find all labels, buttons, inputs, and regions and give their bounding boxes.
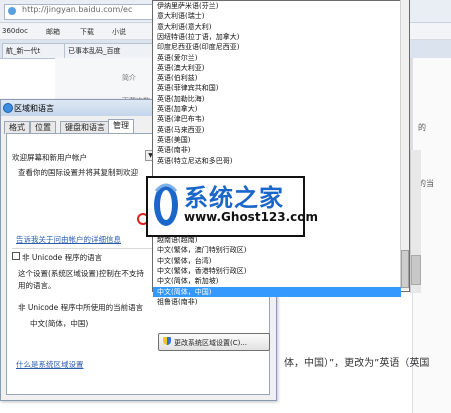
bookmark-novel[interactable]: 小说 — [112, 27, 126, 37]
welcome-description: 查看你的国际设置并将其复制到欢迎 — [18, 168, 138, 177]
dropdown-item[interactable]: 英语(加拿大) — [157, 104, 197, 114]
dropdown-item[interactable]: 祖鲁语(南非) — [157, 297, 197, 307]
watermark-title: 系统之家 — [184, 183, 284, 212]
dropdown-item[interactable]: 印度尼西亚语(印度尼西亚) — [157, 42, 239, 52]
browser-tab-notepad[interactable]: 已事本乱码_百度 — [64, 43, 154, 58]
globe-icon — [3, 103, 13, 113]
article-text: 体，中国）”，更改为”英语（英国 — [284, 358, 430, 369]
link-account-details[interactable]: 告诉我关于问由帐户的详细信息 — [16, 234, 121, 245]
dropdown-item[interactable]: 意大利语(瑞士) — [157, 11, 204, 21]
current-language-label: 非 Unicode 程序中所使用的当前语言 — [18, 303, 144, 312]
grid-cell: 简介 — [122, 74, 136, 82]
dropdown-scrollbar[interactable] — [400, 0, 409, 290]
dropdown-item[interactable]: 英语(马来西亚) — [157, 125, 204, 135]
dropdown-item[interactable]: 英语(伯利兹) — [157, 73, 197, 83]
dropdown-item[interactable]: 中文(繁体，澳门特别行政区) — [157, 245, 246, 255]
uac-shield-icon — [163, 337, 171, 345]
bookmark-mail[interactable]: 邮箱 — [46, 27, 60, 37]
page-text-fragment: 的 — [418, 123, 426, 132]
dialog-title: 区域和语言 — [14, 104, 54, 113]
unicode-description-2: 用的语言。 — [18, 281, 56, 290]
watermark-url: www.Ghost123.com — [184, 210, 319, 224]
dropdown-item[interactable]: 英语(津巴布韦) — [157, 114, 204, 124]
dropdown-item[interactable]: 英语(南非) — [157, 145, 190, 155]
current-language-value: 中文(简体，中国) — [30, 319, 89, 328]
dropdown-item[interactable]: 中文(简体，新加坡) — [157, 276, 218, 286]
watermark-emblem-icon — [154, 183, 178, 226]
dropdown-scrollbar-thumb[interactable] — [401, 250, 409, 288]
page-scrollbar-thumb[interactable] — [411, 255, 421, 285]
dropdown-item[interactable]: 英语(菲律宾共和国) — [157, 83, 218, 93]
dropdown-item[interactable]: 英语(澳大利亚) — [157, 63, 204, 73]
change-locale-label: 更改系统区域设置(C)... — [174, 339, 248, 347]
bookmark-360doc[interactable]: 360doc — [2, 27, 28, 35]
dropdown-item[interactable]: 因纽特语(拉丁语，加拿大) — [157, 32, 239, 42]
dropdown-item[interactable]: 英语(加勒比海) — [157, 94, 204, 104]
url-text: http://jingyan.baidu.com/ec — [22, 5, 133, 14]
link-what-is-locale[interactable]: 什么是系统区域设置 — [16, 359, 84, 370]
dropdown-item[interactable]: 英语(美国) — [157, 135, 190, 145]
dropdown-item[interactable]: 英语(特立尼达和多巴哥) — [157, 156, 232, 166]
page-divider — [410, 58, 412, 150]
section-marker-icon — [12, 252, 20, 260]
site-icon — [8, 7, 16, 15]
dropdown-item[interactable]: 英语(爱尔兰) — [157, 53, 197, 63]
unicode-description: 这个设置(系统区域设置)控制在不支持 — [18, 269, 144, 278]
dropdown-item-selected[interactable]: 中文(简体，中国) — [153, 286, 401, 297]
dropdown-item[interactable]: 伊纳里萨米语(芬兰) — [157, 1, 218, 11]
dropdown-item[interactable]: 中文(繁体，香港特别行政区) — [157, 266, 246, 276]
browser-tab[interactable]: 航_新一代t — [2, 43, 68, 58]
unicode-heading: 非 Unicode 程序的语言 — [22, 253, 103, 262]
tab-admin[interactable]: 管理 — [108, 119, 134, 134]
bookmark-download[interactable]: 下载 — [80, 27, 94, 37]
welcome-heading: 欢迎屏幕和新用户帐户 — [12, 153, 87, 162]
dropdown-item[interactable]: 意大利语(意大利) — [157, 22, 211, 32]
dropdown-item[interactable]: 中文(繁体，台湾) — [157, 256, 211, 266]
